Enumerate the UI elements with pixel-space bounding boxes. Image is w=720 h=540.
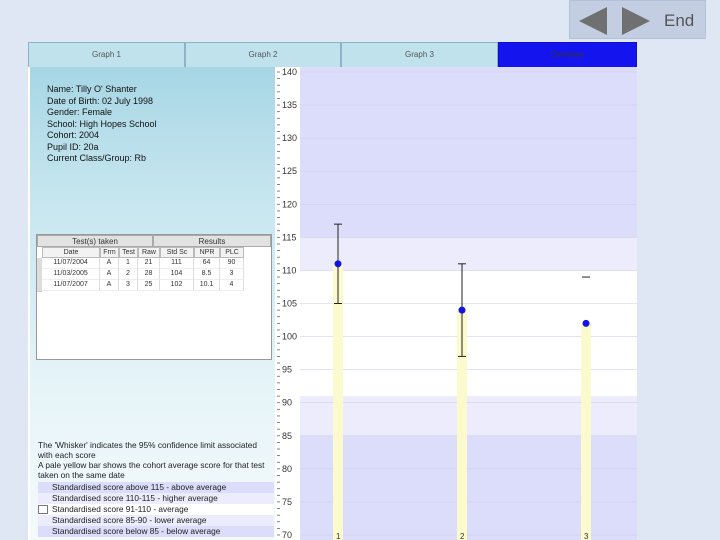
- table-cell: 102: [160, 280, 194, 291]
- table-cell: 3: [119, 280, 138, 291]
- table-cell: A: [100, 269, 119, 280]
- y-tick-label: 75: [282, 497, 292, 507]
- pupil-gender: Gender: Female: [47, 107, 113, 117]
- pupil-current-class: Current Class/Group: Rb: [47, 153, 147, 163]
- table-cell: 21: [138, 258, 160, 269]
- pupil-info: Name: Tilly O' Shanter Date of Birth: 02…: [47, 84, 157, 165]
- score-band-item: Standardised score above 115 - above ave…: [38, 482, 274, 493]
- table-cell: A: [100, 280, 119, 291]
- y-tick-label: 140: [282, 67, 297, 77]
- table-cell: 11/07/2007: [42, 280, 100, 291]
- band-swatch: [38, 516, 48, 525]
- column-header: Std Sc: [160, 247, 194, 258]
- pupil-cohort: Cohort: 2004: [47, 130, 100, 140]
- y-tick-label: 115: [282, 232, 296, 242]
- band-label: Standardised score 110-115 - higher aver…: [52, 493, 218, 503]
- table-cell: 90: [220, 258, 244, 269]
- pupil-tracker-window: Graph 1 Graph 2 Graph 3 Overview Name: T…: [28, 42, 637, 540]
- y-tick-label: 125: [282, 166, 297, 176]
- score-band: [300, 67, 637, 238]
- table-cell: 1: [119, 258, 138, 269]
- pupil-id: Pupil ID: 20a: [47, 141, 99, 152]
- column-header: Test: [119, 247, 138, 258]
- table-cell: 104: [160, 269, 194, 280]
- cohort-bar-note: A pale yellow bar shows the cohort avera…: [38, 460, 265, 480]
- column-header: PLC: [220, 247, 244, 258]
- score-point: [334, 260, 342, 268]
- table-cell: 2: [119, 269, 138, 280]
- y-tick-label: 90: [282, 398, 292, 408]
- column-header: Frm: [100, 247, 119, 258]
- score-band-item: Standardised score 85-90 - lower average: [38, 515, 274, 526]
- table-cell: A: [100, 258, 119, 269]
- pupil-name: Name: Tilly O' Shanter: [47, 84, 137, 94]
- y-tick-label: 70: [282, 530, 292, 540]
- y-tick-label: 135: [282, 100, 297, 110]
- band-label: Standardised score 85-90 - lower average: [52, 515, 207, 525]
- chart-svg: 140 135 130 125 120 115 110 105 100 95 90 85 80 75 70 1…: [277, 67, 637, 540]
- tab-bar: Graph 1 Graph 2 Graph 3 Overview: [28, 42, 637, 67]
- score-band-item: Standardised score below 85 - below aver…: [38, 526, 274, 537]
- y-tick-label: 85: [282, 431, 292, 441]
- tab-overview[interactable]: Overview: [498, 42, 637, 67]
- results-header: Results: [153, 235, 271, 247]
- next-slide-button[interactable]: [620, 5, 652, 37]
- chart-key: The 'Whisker' indicates the 95% confiden…: [38, 440, 274, 537]
- tab-graph-1[interactable]: Graph 1: [28, 42, 185, 67]
- y-tick-label: 120: [282, 199, 297, 209]
- table-cell: 8.5: [194, 269, 220, 280]
- tab-graph-3[interactable]: Graph 3: [341, 42, 498, 67]
- table-cell: 111: [160, 258, 194, 269]
- whisker-note: The 'Whisker' indicates the 95% confiden…: [38, 440, 257, 460]
- score-band-list: Standardised score above 115 - above ave…: [38, 482, 274, 537]
- cohort-average-bar: [333, 263, 343, 540]
- band-swatch: [38, 505, 48, 514]
- x-tick-label: 3: [584, 532, 589, 540]
- overview-chart: 140 135 130 125 120 115 110 105 100 95 90 85 80 75 70 1…: [275, 67, 637, 540]
- y-tick-label: 130: [282, 133, 297, 143]
- band-swatch: [38, 527, 48, 536]
- table-cell: 28: [138, 269, 160, 280]
- pupil-dob: Date of Birth: 02 July 1998: [47, 95, 154, 106]
- table-cell: 11/03/2005: [42, 269, 100, 280]
- y-tick-label: 110: [282, 265, 296, 275]
- score-point: [458, 306, 466, 314]
- column-header: Raw: [138, 247, 160, 258]
- table-cell: 64: [194, 258, 220, 269]
- pupil-school: School: High Hopes School: [47, 118, 157, 129]
- y-tick-label: 95: [282, 365, 292, 375]
- left-arrow-icon: [579, 7, 607, 35]
- right-arrow-icon: [622, 7, 650, 35]
- tab-graph-2[interactable]: Graph 2: [185, 42, 341, 67]
- x-tick-label: 2: [460, 532, 465, 540]
- previous-slide-button[interactable]: [577, 5, 609, 37]
- table-cell: 3: [220, 269, 244, 280]
- tests-table: Test(s) taken Results Date Frm Test Raw Std Sc…: [36, 234, 272, 360]
- x-tick-label: 1: [336, 532, 341, 540]
- table-cell: 11/07/2004: [42, 258, 100, 269]
- band-label: Standardised score 91-110 - average: [52, 504, 189, 514]
- end-button[interactable]: End: [664, 11, 694, 31]
- y-tick-label: 80: [282, 464, 292, 474]
- column-header: Date: [42, 247, 100, 258]
- band-swatch: [38, 483, 48, 492]
- pupil-details-panel: Name: Tilly O' Shanter Date of Birth: 02…: [30, 67, 275, 540]
- table-cell: 4: [220, 280, 244, 291]
- score-band: [300, 237, 637, 271]
- y-tick-label: 100: [282, 332, 297, 342]
- cohort-average-bar: [581, 323, 591, 540]
- y-tick-label: 105: [282, 299, 297, 309]
- band-label: Standardised score below 85 - below aver…: [52, 526, 221, 536]
- table-cell: 10.1: [194, 280, 220, 291]
- score-point: [582, 319, 590, 327]
- score-band-item: Standardised score 91-110 - average: [38, 504, 274, 515]
- table-cell: 25: [138, 280, 160, 291]
- band-label: Standardised score above 115 - above ave…: [52, 482, 227, 492]
- band-swatch: [38, 494, 48, 503]
- tests-taken-header: Test(s) taken: [37, 235, 153, 247]
- score-band-item: Standardised score 110-115 - higher aver…: [38, 493, 274, 504]
- column-header: NPR: [194, 247, 220, 258]
